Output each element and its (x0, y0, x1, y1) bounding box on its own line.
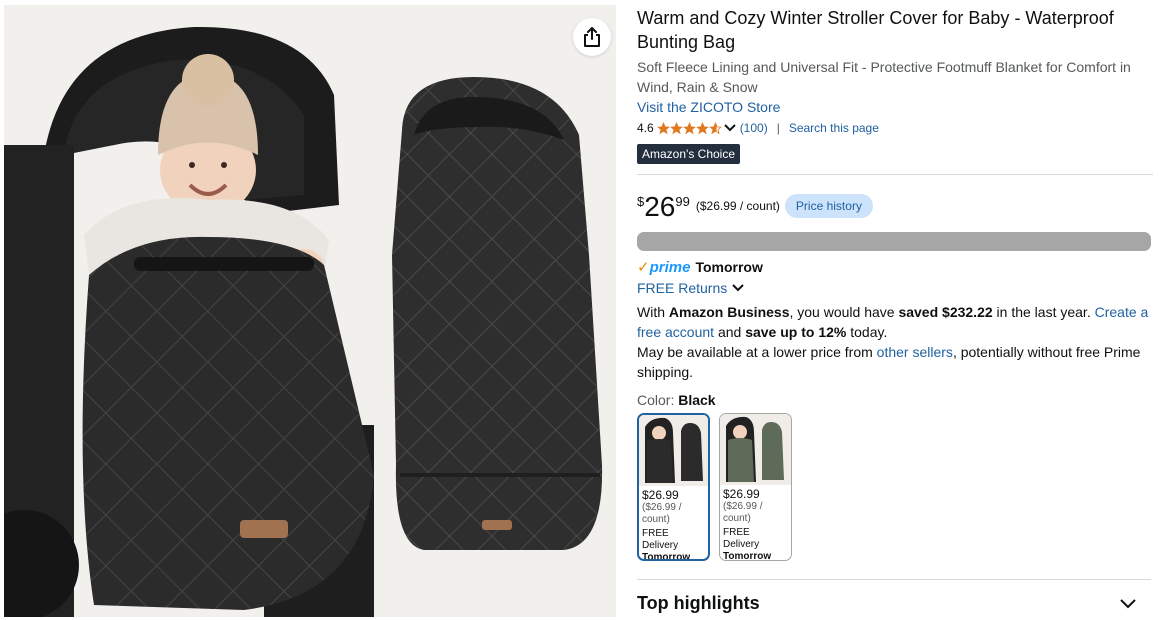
color-swatches: $26.99 ($26.99 / count) FREE Delivery To… (637, 413, 1153, 561)
swatch-delivery: FREE Delivery (723, 527, 760, 550)
swatch-unit-price: ($26.99 / count) (642, 502, 682, 525)
price-fraction: 99 (675, 194, 690, 209)
delivery-date: Tomorrow (695, 259, 763, 275)
review-count-link[interactable]: (100) (740, 121, 768, 135)
text: in the last year. (992, 304, 1095, 320)
search-this-page-link[interactable]: Search this page (789, 121, 879, 135)
color-label: Color: Black (637, 390, 1153, 410)
save-up-label: save up to 12% (745, 324, 847, 340)
top-highlights-toggle[interactable]: Top highlights (637, 593, 1137, 614)
price-whole: 26 (644, 191, 676, 222)
swatch-delivery: FREE Delivery (642, 528, 679, 551)
store-link[interactable]: Visit the ZICOTO Store (637, 97, 780, 117)
star-rating[interactable] (656, 121, 722, 135)
price-symbol: $ (637, 194, 645, 209)
prime-delivery-row: ✓ prime Tomorrow (637, 258, 1153, 277)
share-button[interactable] (573, 18, 611, 56)
other-sellers-link[interactable]: other sellers (877, 344, 953, 360)
redacted-bar (637, 232, 1151, 251)
text: today. (846, 324, 888, 340)
star-icon (656, 121, 670, 134)
star-icon (669, 121, 683, 134)
star-icon (682, 121, 696, 134)
lower-price-text: May be available at a lower price from o… (637, 342, 1153, 382)
text: With (637, 304, 669, 320)
share-icon (584, 27, 600, 47)
prime-check-icon: ✓ (637, 259, 650, 276)
text: May be available at a lower price from (637, 344, 877, 360)
swatch-delivery-date: Tomorrow (642, 552, 691, 561)
price-row: $ 26 99 ($26.99 / count) Price history (637, 193, 1153, 223)
separator: | (776, 121, 780, 135)
chevron-down-icon[interactable] (723, 123, 736, 133)
amazon-business-label: Amazon Business (668, 304, 790, 320)
price-history-button[interactable]: Price history (784, 194, 873, 218)
amazons-choice-badge: Amazon's Choice (637, 144, 740, 164)
divider (637, 579, 1151, 580)
swatch-green[interactable]: $26.99 ($26.99 / count) FREE Delivery To… (719, 413, 792, 561)
swatch-price: $26.99 (723, 487, 760, 501)
top-highlights-heading: Top highlights (637, 593, 760, 613)
color-label-text: Color: (637, 392, 679, 408)
color-value: Black (678, 392, 716, 408)
chevron-down-icon (732, 283, 744, 293)
product-info-panel: Warm and Cozy Winter Stroller Cover for … (637, 6, 1153, 561)
unit-price: ($26.99 / count) (695, 199, 780, 213)
rating-value: 4.6 (637, 121, 654, 135)
business-savings-text: With Amazon Business, you would have sav… (637, 302, 1153, 342)
swatch-price: $26.99 (642, 488, 679, 502)
text: , you would have (789, 304, 899, 320)
rating-row: 4.6 (100) | Search this page (637, 118, 1153, 138)
swatch-black[interactable]: $26.99 ($26.99 / count) FREE Delivery To… (637, 413, 710, 561)
product-main-image[interactable] (4, 5, 616, 617)
product-subtitle: Soft Fleece Lining and Universal Fit - P… (637, 59, 1131, 95)
star-icon (708, 121, 722, 134)
saved-amount: saved $232.22 (898, 304, 993, 320)
product-photo (4, 5, 616, 617)
star-icon (695, 121, 709, 134)
swatch-unit-price: ($26.99 / count) (723, 501, 763, 524)
free-returns-link[interactable]: FREE Returns (637, 278, 1153, 298)
swatch-delivery-date: Tomorrow (723, 551, 772, 561)
free-returns-label: FREE Returns (637, 280, 728, 296)
prime-logo: prime (649, 258, 691, 276)
chevron-down-icon (1120, 598, 1136, 608)
divider (637, 174, 1153, 175)
text: and (714, 324, 746, 340)
swatch-image (720, 414, 791, 485)
product-title: Warm and Cozy Winter Stroller Cover for … (637, 8, 1114, 52)
swatch-image (639, 415, 708, 486)
